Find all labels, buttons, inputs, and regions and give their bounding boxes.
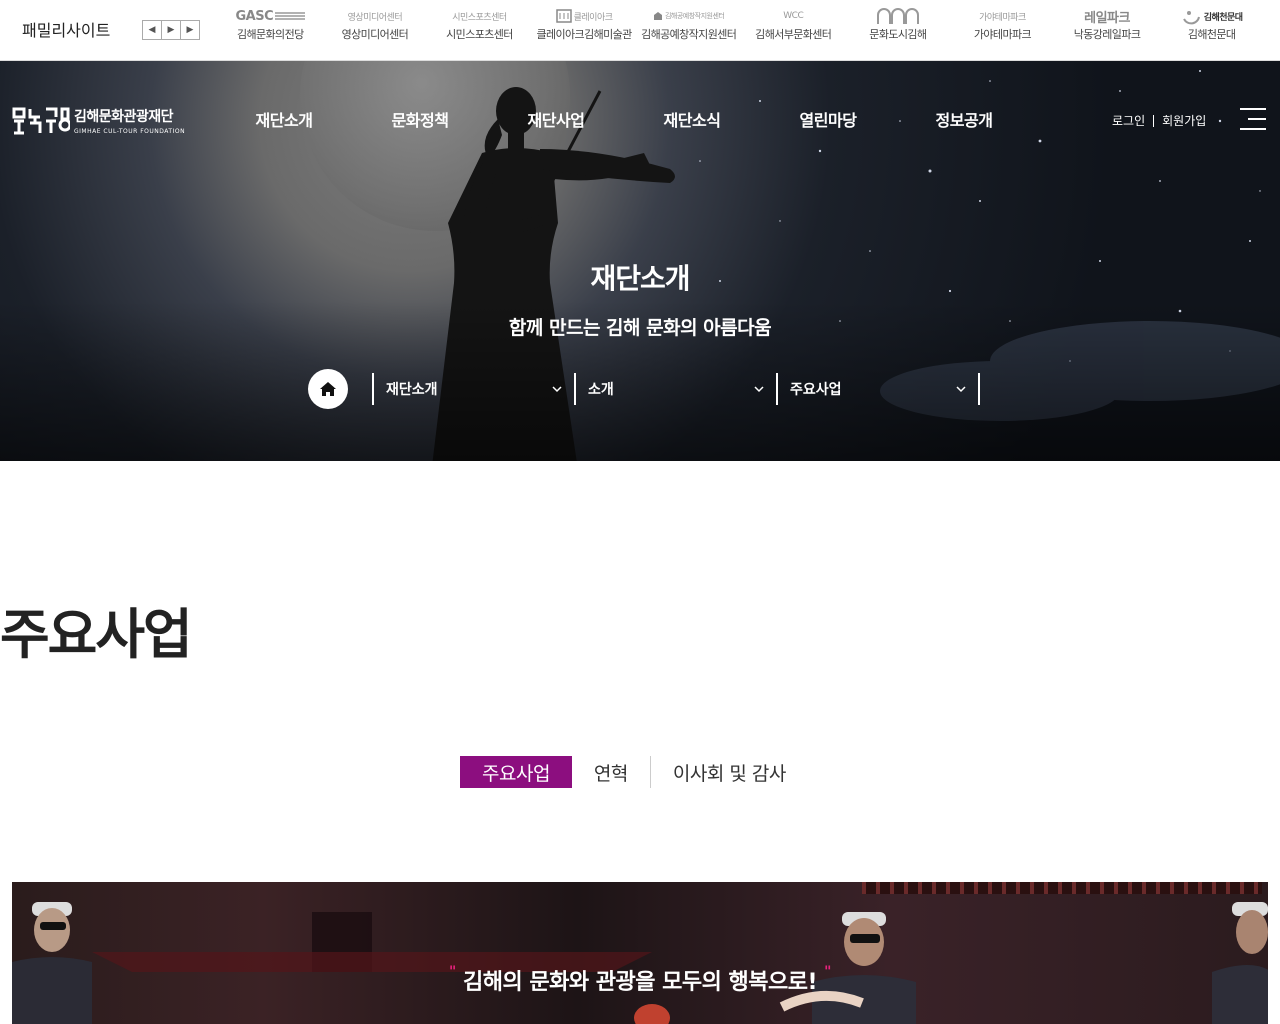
- clayarch-logo-icon: 클레이아크: [555, 4, 613, 28]
- breadcrumb-depth3-label: 주요사업: [790, 382, 842, 398]
- family-site-railpark[interactable]: 레일파크 낙동강레일파크: [1055, 0, 1160, 60]
- hero-subtitle: 함께 만드는 김해 문화의 아름다움: [508, 317, 772, 339]
- family-site-name: 김해서부문화센터: [755, 28, 832, 41]
- login-link[interactable]: 로그인: [1112, 112, 1145, 129]
- banner-slogan: " 김해의 문화와 관광을 모두의 행복으로! ": [12, 964, 1268, 996]
- family-prev-button[interactable]: ◀: [142, 20, 162, 40]
- breadcrumb: 재단소개 소개 주요사업: [308, 369, 980, 409]
- site-logo[interactable]: 김해문화관광재단 GIMHAE CUL-TOUR FOUNDATION: [12, 105, 185, 135]
- nav-item-foundation-intro[interactable]: 재단소개: [216, 107, 352, 131]
- family-site-name: 김해천문대: [1187, 28, 1236, 41]
- sports-center-logo-icon: 시민스포츠센터: [452, 12, 507, 23]
- tab-history[interactable]: 연혁: [572, 756, 650, 788]
- logo-name: 김해문화관광재단: [74, 108, 174, 125]
- chevron-left-icon: ◀: [148, 25, 156, 35]
- quote-close-icon: ": [824, 964, 831, 980]
- hamburger-menu-icon[interactable]: [1240, 108, 1266, 130]
- family-site-name: 문화도시김해: [869, 28, 927, 41]
- craft-center-logo-icon: 김해공예창작지원센터: [653, 4, 725, 28]
- banner-slogan-text: 김해의 문화와 관광을 모두의 행복으로!: [462, 970, 818, 995]
- breadcrumb-divider: [978, 373, 980, 405]
- util-divider: [1153, 114, 1155, 127]
- hero-visual: 김해문화관광재단 GIMHAE CUL-TOUR FOUNDATION 재단소개…: [0, 61, 1280, 461]
- family-site-culture-city[interactable]: 문화도시김해: [846, 0, 951, 60]
- family-site-media-center[interactable]: 영상미디어센터 영상미디어센터: [323, 0, 428, 60]
- gaya-themepark-logo-icon: 가야테마파크: [979, 12, 1026, 23]
- tab-board-audit[interactable]: 이사회 및 감사: [651, 756, 808, 788]
- hero-title: 재단소개: [590, 262, 690, 295]
- breadcrumb-depth3-select[interactable]: 주요사업: [778, 373, 978, 405]
- page-title: 주요사업: [0, 603, 193, 666]
- play-icon: ▶: [167, 25, 175, 35]
- family-site-name: 김해문화의전당: [236, 28, 304, 41]
- nav-item-information-disclosure[interactable]: 정보공개: [896, 107, 1032, 131]
- logo-subtitle: GIMHAE CUL-TOUR FOUNDATION: [74, 127, 186, 135]
- nav-item-foundation-news[interactable]: 재단소식: [624, 107, 760, 131]
- family-play-button[interactable]: ▶: [161, 20, 181, 40]
- nav-item-foundation-projects[interactable]: 재단사업: [488, 107, 624, 131]
- nav-item-culture-policy[interactable]: 문화정책: [352, 107, 488, 131]
- media-center-logo-icon: 영상미디어센터: [347, 12, 403, 23]
- family-site-name: 낙동강레일파크: [1073, 28, 1141, 41]
- family-site-list: GASC 김해문화의전당 영상미디어센터 영상미디어센터 시민스포츠센터 시민스…: [218, 0, 1264, 60]
- observatory-logo-icon: 김해천문대: [1181, 4, 1243, 28]
- western-center-logo-icon: WCC: [783, 11, 804, 21]
- nav-item-open-forum[interactable]: 열린마당: [760, 107, 896, 131]
- family-site-clayarch[interactable]: 클레이아크 클레이아크김해미술관: [532, 0, 637, 60]
- family-site-title: 패밀리사이트: [22, 21, 111, 40]
- breadcrumb-depth1-label: 재단소개: [386, 382, 438, 398]
- tab-main-projects[interactable]: 주요사업: [460, 756, 572, 788]
- chevron-down-icon: [754, 386, 764, 393]
- family-site-sports-center[interactable]: 시민스포츠센터 시민스포츠센터: [427, 0, 532, 60]
- family-site-name: 클레이아크김해미술관: [536, 28, 632, 41]
- family-site-name: 시민스포츠센터: [446, 28, 513, 41]
- home-button[interactable]: [308, 369, 348, 409]
- gasc-logo-icon: GASC: [235, 4, 306, 28]
- culture-city-logo-icon: [875, 4, 921, 28]
- chevron-right-icon: ▶: [186, 25, 194, 35]
- foundation-logo-icon: [12, 107, 70, 135]
- breadcrumb-depth2-label: 소개: [588, 382, 614, 398]
- chevron-down-icon: [552, 386, 562, 393]
- family-site-bar: 패밀리사이트 ◀ ▶ ▶ GASC 김해문화의전당 영상미디어센터 영상미디어센…: [0, 0, 1280, 61]
- family-site-western-center[interactable]: WCC 김해서부문화센터: [741, 0, 846, 60]
- performers-image: [12, 902, 1268, 1024]
- signup-link[interactable]: 회원가입: [1162, 112, 1206, 129]
- main-navigation: 재단소개 문화정책 재단사업 재단소식 열린마당 정보공개: [216, 107, 1032, 131]
- quote-open-icon: ": [449, 964, 456, 980]
- home-icon: [320, 382, 336, 396]
- family-site-observatory[interactable]: 김해천문대 김해천문대: [1159, 0, 1264, 60]
- railpark-logo-icon: 레일파크: [1084, 10, 1130, 26]
- family-site-gaya-themepark[interactable]: 가야테마파크 가야테마파크: [950, 0, 1055, 60]
- main-projects-banner: " 김해의 문화와 관광을 모두의 행복으로! ": [12, 882, 1268, 1024]
- family-site-name: 영상미디어센터: [341, 28, 409, 41]
- utility-links: 로그인 회원가입: [1112, 112, 1206, 129]
- sub-tabs: 주요사업 연혁 이사회 및 감사: [460, 756, 808, 788]
- family-site-craft-center[interactable]: 김해공예창작지원센터 김해공예창작지원센터: [636, 0, 741, 60]
- breadcrumb-depth1-select[interactable]: 재단소개: [374, 373, 574, 405]
- breadcrumb-depth2-select[interactable]: 소개: [576, 373, 776, 405]
- family-site-controls: ◀ ▶ ▶: [142, 20, 200, 40]
- family-site-name: 김해공예창작지원센터: [641, 28, 737, 41]
- family-site-gasc[interactable]: GASC 김해문화의전당: [218, 0, 323, 60]
- family-site-name: 가야테마파크: [973, 28, 1032, 41]
- chevron-down-icon: [956, 386, 966, 393]
- family-next-button[interactable]: ▶: [180, 20, 200, 40]
